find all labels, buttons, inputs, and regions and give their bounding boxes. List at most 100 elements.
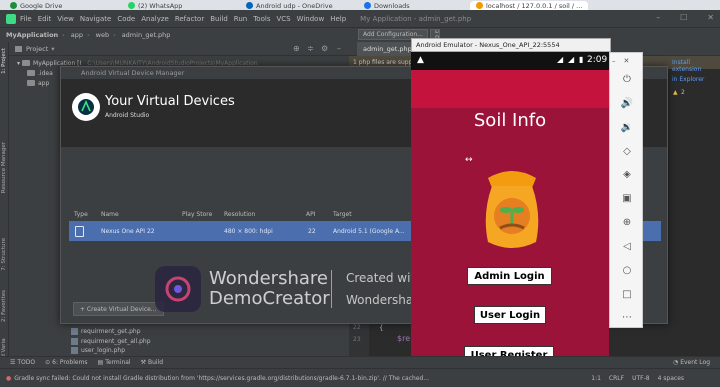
status-message[interactable]: Gradle sync failed: Could not install Gr… (14, 375, 579, 382)
emulator-screen[interactable]: ▲ ◢ ◢ ▮ 2:09 Soil Info ↔ Admin Login Use… (411, 52, 609, 387)
file-encoding[interactable]: UTF-8 (632, 375, 650, 382)
menu-window[interactable]: Window (297, 15, 325, 23)
overview-icon[interactable]: □ (619, 286, 635, 302)
terminal-icon: ▤ (97, 359, 104, 366)
folder-icon (27, 70, 35, 76)
menu-vcs[interactable]: VCS (276, 15, 290, 23)
gear-icon[interactable]: ⚙ (321, 44, 328, 53)
php-icon (476, 2, 483, 9)
warning-count: 2 (681, 89, 685, 96)
admin-login-button[interactable]: Admin Login (467, 267, 552, 285)
indent-setting[interactable]: 4 spaces (658, 375, 684, 382)
column-play-store[interactable]: Play Store (182, 208, 212, 221)
line-number: 22 (353, 324, 361, 331)
collapse-icon[interactable]: ≑ (307, 44, 314, 53)
camera-icon[interactable]: ▣ (619, 190, 635, 206)
menu-edit[interactable]: Edit (38, 15, 52, 23)
project-tool-button[interactable]: 1: Project (1, 48, 7, 74)
caret-position[interactable]: 1:1 (591, 375, 601, 382)
signal-icon: ◢ (568, 55, 575, 64)
power-icon[interactable]: ⏻ (619, 71, 635, 87)
problems-tool-button[interactable]: ⊙ 6: Problems (45, 359, 87, 366)
project-panel-header: Project ▾ ⊕ ≑ ⚙ – (9, 42, 349, 56)
create-virtual-device-button[interactable]: + Create Virtual Device... (73, 302, 164, 316)
browser-tab[interactable]: Google Drive (10, 1, 62, 10)
breadcrumb-web[interactable]: web (96, 31, 109, 39)
wifi-icon: ◢ (557, 55, 564, 64)
column-type[interactable]: Type (74, 208, 88, 221)
menu-help[interactable]: Help (330, 15, 346, 23)
install-extension-link[interactable]: Install extension (672, 59, 720, 73)
resource-manager-tool-button[interactable]: Resource Manager (1, 142, 7, 193)
rotate-right-icon[interactable]: ◈ (619, 166, 635, 182)
menu-view[interactable]: View (57, 15, 74, 23)
code-line: $re (397, 334, 411, 343)
ide-menu-bar: File Edit View Navigate Code Analyze Ref… (0, 10, 720, 27)
hide-icon[interactable]: – (337, 44, 341, 53)
volume-up-icon[interactable]: 🔊 (619, 95, 635, 111)
target-icon[interactable]: ⊕ (293, 44, 300, 53)
structure-tool-button[interactable]: 7: Structure (1, 238, 7, 271)
column-resolution[interactable]: Resolution (224, 208, 255, 221)
back-icon[interactable]: ◁ (619, 238, 635, 254)
clock: 2:09 (587, 55, 608, 65)
editor-tab[interactable]: admin_get.php (357, 42, 418, 56)
menu-navigate[interactable]: Navigate (80, 15, 111, 23)
browser-tab[interactable]: Downloads (364, 1, 410, 10)
home-icon[interactable]: ○ (619, 262, 635, 278)
tree-item[interactable]: app (27, 78, 49, 88)
menu-run[interactable]: Run (234, 15, 247, 23)
favorites-tool-button[interactable]: 2: Favorites (1, 290, 7, 322)
build-tool-button[interactable]: ⚒ Build (141, 359, 163, 366)
close-icon[interactable]: ✕ (707, 13, 714, 22)
watermark-divider (331, 270, 332, 308)
breadcrumb-app[interactable]: app (71, 31, 83, 39)
menu-file[interactable]: File (20, 15, 32, 23)
alert-icon: ⊙ (45, 359, 51, 366)
todo-tool-button[interactable]: ☰ TODO (10, 359, 35, 366)
breadcrumb-file[interactable]: admin_get.php (122, 31, 171, 39)
maximize-icon[interactable]: ☐ (680, 13, 687, 22)
menu-tools[interactable]: Tools (253, 15, 270, 23)
list-icon: ☰ (10, 359, 16, 366)
volume-down-icon[interactable]: 🔉 (619, 119, 635, 135)
browser-tab[interactable]: Android udp - OneDrive (246, 1, 333, 10)
close-icon[interactable]: ✕ (624, 57, 630, 65)
tree-item[interactable]: requirment_get.php (71, 326, 141, 336)
tree-item[interactable]: user_login.php (71, 346, 125, 354)
error-icon: ● (6, 374, 12, 382)
tree-item[interactable]: .idea (27, 68, 53, 78)
rotate-left-icon[interactable]: ◇ (619, 143, 635, 159)
chevron-down-icon: ▾ (17, 59, 21, 67)
column-name[interactable]: Name (101, 208, 119, 221)
terminal-tool-button[interactable]: ▤ Terminal (98, 359, 131, 366)
column-target[interactable]: Target (333, 208, 352, 221)
project-view-selector[interactable]: Project (26, 45, 48, 53)
php-file-icon (71, 346, 78, 354)
browser-tab[interactable]: (2) WhatsApp (128, 1, 182, 10)
menu-refactor[interactable]: Refactor (175, 15, 204, 23)
android-studio-icon (6, 13, 16, 24)
zoom-icon[interactable]: ⊕ (619, 214, 635, 230)
browser-tab-active[interactable]: localhost / 127.0.0.1 / soil / ... (470, 1, 589, 10)
chevron-down-icon[interactable]: ▾ (51, 45, 54, 53)
php-file-icon (71, 337, 78, 345)
column-api[interactable]: API (306, 208, 316, 221)
menu-build[interactable]: Build (210, 15, 228, 23)
democreator-logo (155, 266, 201, 312)
tree-item[interactable]: requirment_get_all.php (71, 336, 151, 346)
user-login-button[interactable]: User Login (474, 306, 546, 324)
status-bar: ● Gradle sync failed: Could not install … (0, 368, 720, 387)
more-icon[interactable]: ⋯ (619, 309, 635, 325)
cursor-icon: ↔ (465, 155, 473, 165)
download-icon (364, 2, 371, 9)
line-separator[interactable]: CRLF (609, 375, 624, 382)
minimize-icon[interactable]: – (612, 57, 616, 65)
show-in-explorer-link[interactable]: in Explorer (672, 76, 704, 83)
minimize-icon[interactable]: – (656, 13, 660, 22)
menu-analyze[interactable]: Analyze (141, 15, 169, 23)
menu-code[interactable]: Code (117, 15, 135, 23)
drive-icon (10, 2, 17, 9)
breadcrumb-project[interactable]: MyApplication (6, 31, 58, 39)
event-log-button[interactable]: ◔ Event Log (673, 359, 710, 366)
